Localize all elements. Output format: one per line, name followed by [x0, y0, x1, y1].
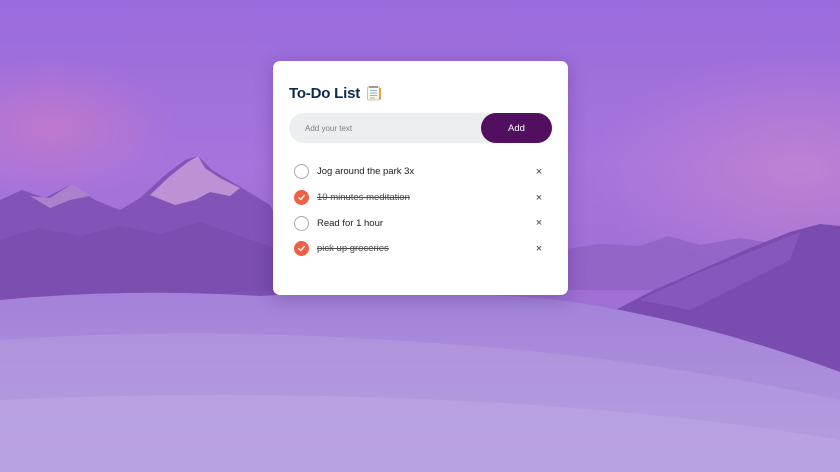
title-row: To-Do List: [289, 83, 552, 103]
delete-icon[interactable]: ×: [532, 236, 546, 262]
list-item[interactable]: Jog around the park 3x ×: [289, 159, 552, 185]
add-task-row: Add: [289, 113, 552, 143]
delete-icon[interactable]: ×: [532, 210, 546, 236]
task-input[interactable]: [289, 113, 479, 143]
task-label: Jog around the park 3x: [317, 166, 415, 178]
unchecked-circle-icon[interactable]: [294, 215, 309, 231]
task-label: pick up groceries: [317, 243, 389, 255]
checked-circle-icon[interactable]: [294, 190, 309, 206]
delete-icon[interactable]: ×: [532, 185, 546, 211]
unchecked-circle-icon[interactable]: [294, 164, 309, 180]
checked-circle-icon[interactable]: [294, 241, 309, 257]
page-title: To-Do List: [289, 84, 361, 102]
list-item[interactable]: Read for 1 hour ×: [289, 210, 552, 236]
delete-icon[interactable]: ×: [532, 159, 546, 185]
task-label: 10 minutes meditation: [317, 192, 410, 204]
add-button[interactable]: Add: [481, 113, 552, 143]
notepad-icon: [366, 85, 382, 101]
list-item[interactable]: 10 minutes meditation ×: [289, 185, 552, 211]
todo-list: Jog around the park 3x × 10 minutes medita…: [289, 159, 552, 262]
todo-card: To-Do List Add Jog around the park 3x×10…: [273, 61, 568, 295]
task-label: Read for 1 hour: [317, 217, 384, 229]
list-item[interactable]: pick up groceries ×: [289, 236, 552, 262]
